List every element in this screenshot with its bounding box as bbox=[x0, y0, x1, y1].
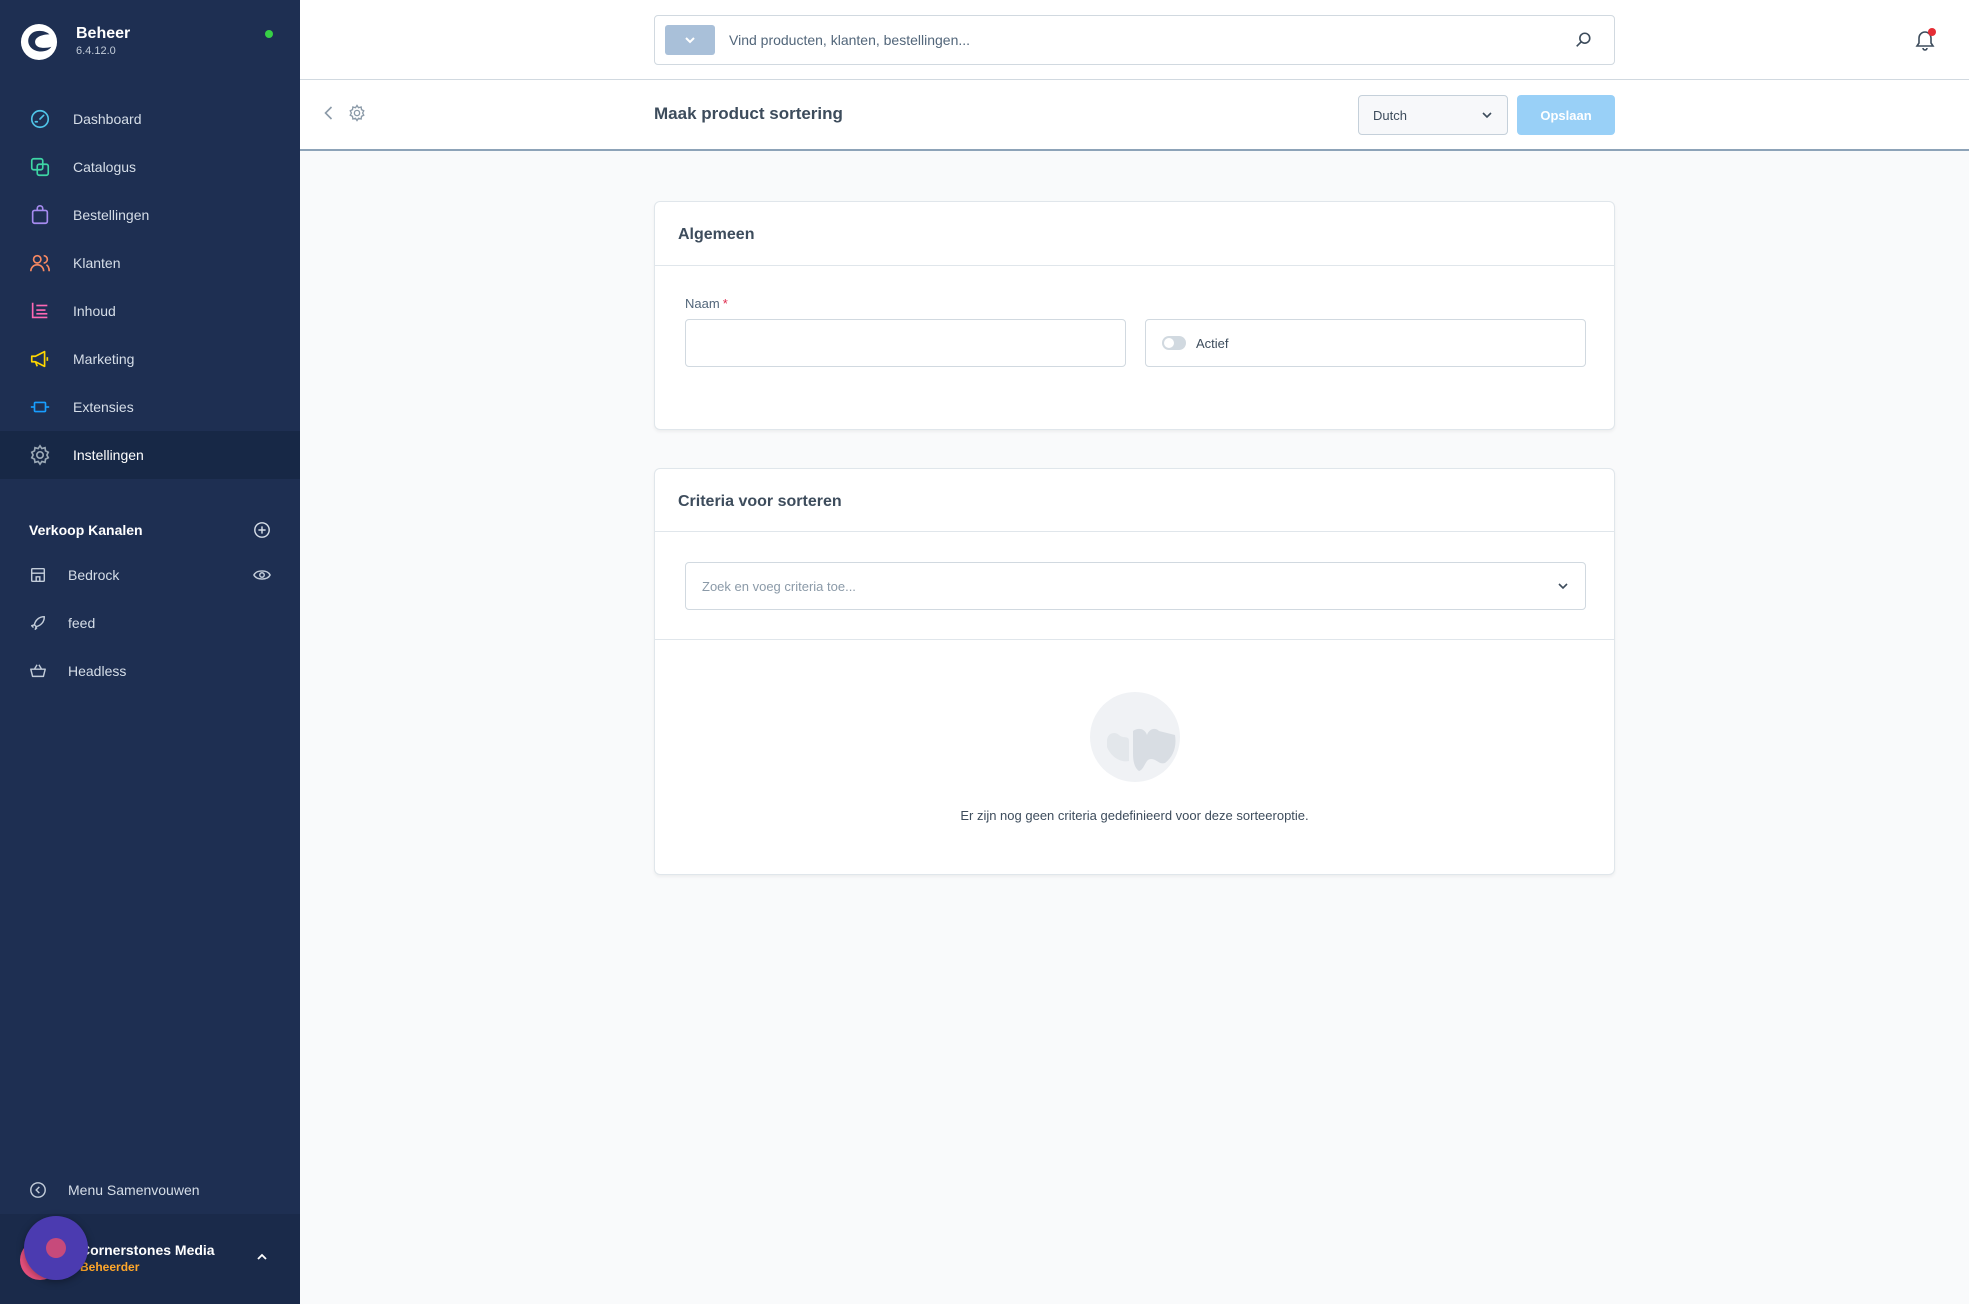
eye-icon[interactable] bbox=[253, 566, 271, 584]
gear-icon bbox=[30, 444, 50, 466]
rocket-icon bbox=[30, 615, 46, 631]
chat-bubble-button[interactable] bbox=[24, 1216, 88, 1280]
nav-label: Catalogus bbox=[73, 159, 137, 175]
nav-item-customers[interactable]: Klanten bbox=[0, 239, 300, 287]
criteria-search-select[interactable]: Zoek en voeg criteria toe... bbox=[685, 562, 1586, 610]
chevron-down-icon bbox=[1558, 583, 1568, 590]
collapse-menu-button[interactable]: Menu Samenvouwen bbox=[29, 1178, 200, 1202]
shopware-logo-icon bbox=[20, 23, 58, 61]
sales-channels-header: Verkoop Kanalen bbox=[29, 518, 271, 542]
nav-item-catalog[interactable]: Catalogus bbox=[0, 143, 300, 191]
top-bar bbox=[300, 0, 1969, 80]
sales-channel-label: feed bbox=[68, 615, 96, 631]
nav-item-content[interactable]: Inhoud bbox=[0, 287, 300, 335]
basket-icon bbox=[30, 664, 46, 678]
collapse-menu-label: Menu Samenvouwen bbox=[68, 1182, 200, 1198]
storefront-icon bbox=[30, 567, 46, 583]
required-mark: * bbox=[722, 296, 728, 311]
dashboard-icon bbox=[30, 109, 50, 129]
nav-label: Extensies bbox=[73, 399, 134, 415]
nav-label: Marketing bbox=[73, 351, 135, 367]
online-status-icon bbox=[265, 30, 273, 38]
user-role: Beheerder bbox=[80, 1260, 140, 1274]
plug-icon bbox=[30, 401, 50, 413]
nav-label: Inhoud bbox=[73, 303, 116, 319]
brand[interactable]: Beheer 6.4.12.0 bbox=[20, 20, 130, 64]
language-value: Dutch bbox=[1373, 107, 1407, 123]
smart-bar: Maak product sortering Dutch Opslaan bbox=[300, 80, 1969, 151]
nav-label: Klanten bbox=[73, 255, 121, 271]
bag-icon bbox=[31, 205, 49, 225]
empty-state-puzzle-icon bbox=[1090, 692, 1180, 782]
sales-channel-list: Bedrock feed Headless bbox=[0, 551, 300, 695]
main-navigation: Dashboard Catalogus Bestellingen Klanten… bbox=[0, 95, 300, 479]
admin-sidebar: Beheer 6.4.12.0 Dashboard Catalogus Best… bbox=[0, 0, 300, 1304]
save-button[interactable]: Opslaan bbox=[1517, 95, 1615, 135]
nav-label: Bestellingen bbox=[73, 207, 150, 223]
toggle-knob bbox=[1164, 338, 1174, 348]
sales-channel-label: Headless bbox=[68, 663, 127, 679]
card-divider bbox=[655, 265, 1614, 266]
criteria-select-placeholder: Zoek en voeg criteria toe... bbox=[702, 578, 856, 594]
chevron-down-icon bbox=[1482, 112, 1492, 119]
general-card: Algemeen Naam * Actief bbox=[654, 201, 1615, 430]
brand-title: Beheer bbox=[76, 25, 131, 42]
global-search bbox=[654, 15, 1615, 65]
add-sales-channel-button[interactable] bbox=[253, 521, 271, 539]
chevron-down-icon bbox=[685, 37, 695, 44]
sales-channel-item-bedrock[interactable]: Bedrock bbox=[0, 551, 300, 599]
nav-item-extensions[interactable]: Extensies bbox=[0, 383, 300, 431]
nav-item-orders[interactable]: Bestellingen bbox=[0, 191, 300, 239]
empty-state-text: Er zijn nog geen criteria gedefinieerd v… bbox=[960, 808, 1309, 823]
back-arrow-icon[interactable] bbox=[320, 104, 338, 122]
sales-channels-title: Verkoop Kanalen bbox=[29, 522, 143, 538]
name-field-label: Naam * bbox=[685, 296, 728, 311]
name-input[interactable] bbox=[685, 319, 1126, 367]
search-icon[interactable] bbox=[1574, 31, 1592, 49]
users-icon bbox=[30, 254, 50, 272]
card-divider bbox=[655, 531, 1614, 532]
card-divider bbox=[655, 639, 1614, 640]
content-icon bbox=[31, 302, 48, 319]
search-type-dropdown[interactable] bbox=[665, 25, 715, 55]
page-title: Maak product sortering bbox=[654, 104, 843, 123]
catalog-icon bbox=[30, 157, 50, 177]
nav-item-dashboard[interactable]: Dashboard bbox=[0, 95, 300, 143]
brand-version: 6.4.12.0 bbox=[76, 45, 116, 57]
general-card-title: Algemeen bbox=[678, 226, 755, 243]
collapse-circle-icon bbox=[30, 1182, 46, 1198]
chat-bubble-icon bbox=[46, 1238, 66, 1258]
settings-gear-icon[interactable] bbox=[348, 104, 366, 122]
notification-badge bbox=[1928, 28, 1936, 36]
language-select[interactable]: Dutch bbox=[1358, 95, 1508, 135]
user-name: Cornerstones Media bbox=[80, 1242, 215, 1258]
criteria-card-title: Criteria voor sorteren bbox=[678, 493, 842, 510]
sales-channel-label: Bedrock bbox=[68, 567, 120, 583]
sales-channel-item-feed[interactable]: feed bbox=[0, 599, 300, 647]
nav-item-settings[interactable]: Instellingen bbox=[0, 431, 300, 479]
search-input[interactable] bbox=[729, 20, 1574, 60]
nav-label: Instellingen bbox=[73, 447, 144, 463]
plus-circle-icon bbox=[254, 522, 270, 538]
criteria-card: Criteria voor sorteren Zoek en voeg crit… bbox=[654, 468, 1615, 875]
active-switch-field[interactable]: Actief bbox=[1145, 319, 1586, 367]
nav-label: Dashboard bbox=[73, 111, 142, 127]
chevron-up-icon[interactable] bbox=[255, 1250, 269, 1264]
nav-item-marketing[interactable]: Marketing bbox=[0, 335, 300, 383]
name-label-text: Naam bbox=[685, 296, 720, 311]
sales-channel-item-headless[interactable]: Headless bbox=[0, 647, 300, 695]
active-label: Actief bbox=[1196, 335, 1229, 351]
megaphone-icon bbox=[30, 350, 49, 368]
active-toggle[interactable] bbox=[1162, 336, 1186, 350]
